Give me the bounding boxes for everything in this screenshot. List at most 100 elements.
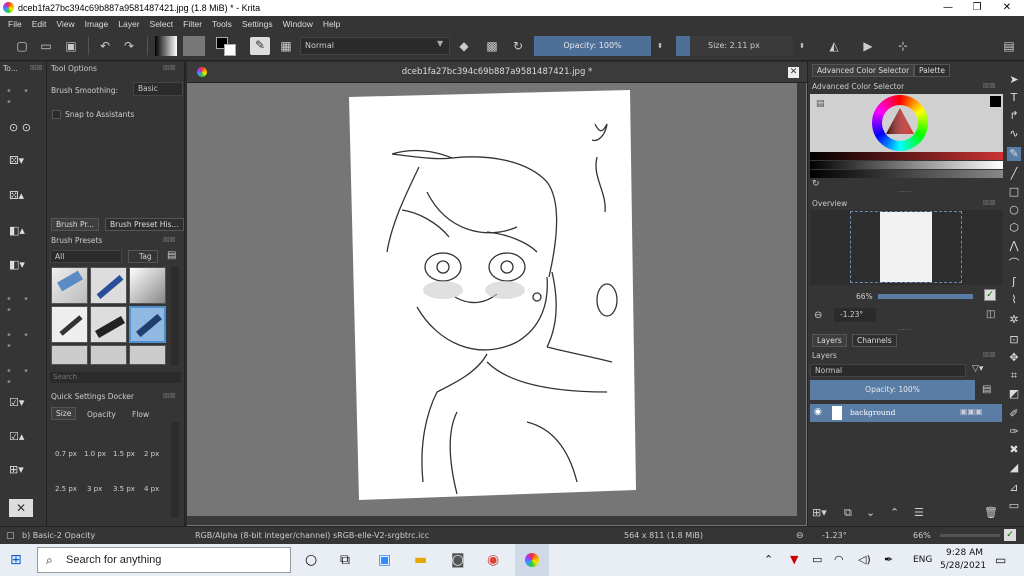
- menu-settings[interactable]: Settings: [237, 19, 278, 29]
- menu-layer[interactable]: Layer: [113, 19, 144, 29]
- freehand-brush-icon[interactable]: ✎: [1007, 147, 1021, 161]
- size-option[interactable]: 2.5 px: [55, 485, 77, 493]
- menu-edit[interactable]: Edit: [27, 19, 52, 29]
- select-arrow-icon[interactable]: ➤: [1007, 73, 1021, 87]
- menu-image[interactable]: Image: [80, 19, 114, 29]
- taskbar-search-input[interactable]: ⌕ Search for anything: [37, 547, 291, 573]
- preset-marker[interactable]: [90, 306, 127, 343]
- canvas-area[interactable]: [187, 62, 807, 526]
- dock-buttons[interactable]: ☒☒: [30, 64, 43, 72]
- brush-smoothing-combo[interactable]: Basic: [133, 82, 183, 96]
- transform-tool-icon[interactable]: ⊡: [1007, 333, 1021, 347]
- mirror-vertical-icon[interactable]: ▶: [860, 38, 876, 54]
- size-slider-fill[interactable]: [676, 36, 690, 56]
- tab-advanced-color-selector[interactable]: Advanced Color Selector: [812, 64, 915, 77]
- tab-brush-preset-history[interactable]: Brush Preset His...: [105, 218, 184, 231]
- document-tab[interactable]: dceb1fa27bc394c69b887a9581487421.jpg * ✕: [187, 62, 807, 83]
- eraser-mode-icon[interactable]: ◆: [456, 38, 472, 54]
- brush-settings-icon[interactable]: ▦: [278, 38, 294, 54]
- reload-preset-icon[interactable]: ↻: [510, 38, 526, 54]
- measure-icon[interactable]: ⊿: [1007, 481, 1021, 495]
- text-tool-icon[interactable]: T: [1007, 91, 1021, 105]
- tag-button[interactable]: Tag: [128, 250, 158, 263]
- zoom-slider[interactable]: [940, 534, 1000, 537]
- size-option[interactable]: 3 px: [87, 485, 102, 493]
- blend-mode-combo[interactable]: Normal: [300, 37, 450, 55]
- dock-buttons[interactable]: ☒☒: [983, 351, 996, 359]
- layer-name[interactable]: background: [850, 408, 895, 417]
- menu-file[interactable]: File: [3, 19, 27, 29]
- canvas-mirror-icon[interactable]: ◫: [986, 309, 995, 320]
- redo-icon[interactable]: ↷: [121, 38, 137, 54]
- zoom-toggle-icon[interactable]: ✓: [1004, 529, 1016, 541]
- background-color-swatch[interactable]: [224, 44, 236, 56]
- menu-window[interactable]: Window: [278, 19, 318, 29]
- preset-airbrush[interactable]: [129, 267, 166, 304]
- size-option[interactable]: 0.7 px: [55, 450, 77, 458]
- preset-grey-2[interactable]: [90, 345, 127, 365]
- preset-grey-1[interactable]: [51, 345, 88, 365]
- color-slider-2[interactable]: [810, 161, 1003, 169]
- multibrush-icon[interactable]: ✲: [1007, 313, 1021, 327]
- crop-tool-icon[interactable]: ⌗: [1007, 369, 1021, 383]
- layer-properties-icon[interactable]: ▤: [982, 384, 991, 395]
- pattern-selector[interactable]: [183, 36, 205, 56]
- edit-shape-icon[interactable]: ↱: [1007, 109, 1021, 123]
- transform-icon[interactable]: ⊞▾: [9, 463, 31, 477]
- save-icon[interactable]: ▣: [63, 38, 79, 54]
- rotation-input[interactable]: -1.23°: [834, 308, 876, 322]
- rectangle-tool-icon[interactable]: □: [1007, 185, 1021, 199]
- tab-layers[interactable]: Layers: [812, 334, 847, 347]
- snap-checkbox[interactable]: [52, 110, 61, 119]
- bezier-tool-icon[interactable]: ⌒: [1007, 257, 1021, 271]
- preset-ink-pen[interactable]: [51, 306, 88, 343]
- move-layer-up-icon[interactable]: ⌃: [890, 506, 899, 519]
- minimize-button[interactable]: —: [933, 0, 963, 16]
- preserve-alpha-icon[interactable]: ▩: [484, 38, 500, 54]
- menu-view[interactable]: View: [51, 19, 79, 29]
- assistant-icon[interactable]: ✖: [1007, 443, 1021, 457]
- tab-channels[interactable]: Channels: [852, 334, 897, 347]
- preset-grey-3[interactable]: [129, 345, 166, 365]
- fill-bucket-icon[interactable]: ◢: [1007, 461, 1021, 475]
- checkbox-arrow-up-icon[interactable]: ☑▴: [9, 430, 31, 444]
- ellipse-tool-icon[interactable]: ○: [1007, 203, 1021, 217]
- notification-icon[interactable]: ▭: [995, 552, 1006, 568]
- preset-filter-combo[interactable]: All: [50, 250, 122, 263]
- calligraphy-icon[interactable]: ∿: [1007, 127, 1021, 141]
- smart-patch-icon[interactable]: ✑: [1007, 425, 1021, 439]
- layer-lock-icon[interactable]: ▣▣▣: [960, 407, 983, 416]
- brush-preset-icon[interactable]: ✎: [250, 37, 270, 55]
- dock-buttons[interactable]: ☒☒: [163, 64, 176, 72]
- preset-scrollbar[interactable]: [171, 267, 179, 365]
- camera-app-icon[interactable]: ◙: [451, 552, 465, 568]
- tab-size[interactable]: Size: [51, 407, 77, 420]
- pen-icon[interactable]: ✒: [884, 552, 893, 568]
- size-option[interactable]: 4 px: [144, 485, 159, 493]
- layer-filter-icon[interactable]: ▽▾: [972, 364, 983, 374]
- checkbox-arrow-icon[interactable]: ☑▾: [9, 396, 31, 410]
- color-triangle[interactable]: [884, 106, 916, 138]
- preset-search-input[interactable]: Search: [50, 372, 181, 383]
- menu-select[interactable]: Select: [145, 19, 179, 29]
- dice-up-icon[interactable]: ⚄▴: [9, 189, 31, 203]
- windows-start-icon[interactable]: ⊞: [10, 552, 22, 568]
- clock-date[interactable]: 5/28/2021: [940, 561, 986, 571]
- undo-icon[interactable]: ↶: [97, 38, 113, 54]
- chrome-icon[interactable]: ◉: [487, 552, 499, 568]
- layer-settings-icon[interactable]: ☰: [914, 506, 924, 519]
- cortana-icon[interactable]: ○: [305, 552, 317, 568]
- eye-icon[interactable]: ◉: [814, 407, 822, 417]
- overview-zoom-slider[interactable]: [878, 294, 973, 299]
- quick-settings-scrollbar[interactable]: [171, 422, 179, 517]
- mirror-toggle-icon[interactable]: ✓: [984, 289, 996, 301]
- mirror-horizontal-icon[interactable]: ◭: [826, 38, 842, 54]
- task-view-icon[interactable]: ⧉: [340, 552, 350, 568]
- overview-thumbnail-area[interactable]: [810, 210, 1003, 285]
- layer-opacity-slider[interactable]: Opacity: 100%: [810, 380, 975, 400]
- tab-brush-presets[interactable]: Brush Pr...: [51, 218, 99, 231]
- size-option[interactable]: 1.5 px: [113, 450, 135, 458]
- file-explorer-icon[interactable]: ▬: [414, 552, 427, 568]
- line-tool-icon[interactable]: ╱: [1007, 167, 1021, 181]
- close-window-button[interactable]: ✕: [992, 0, 1022, 16]
